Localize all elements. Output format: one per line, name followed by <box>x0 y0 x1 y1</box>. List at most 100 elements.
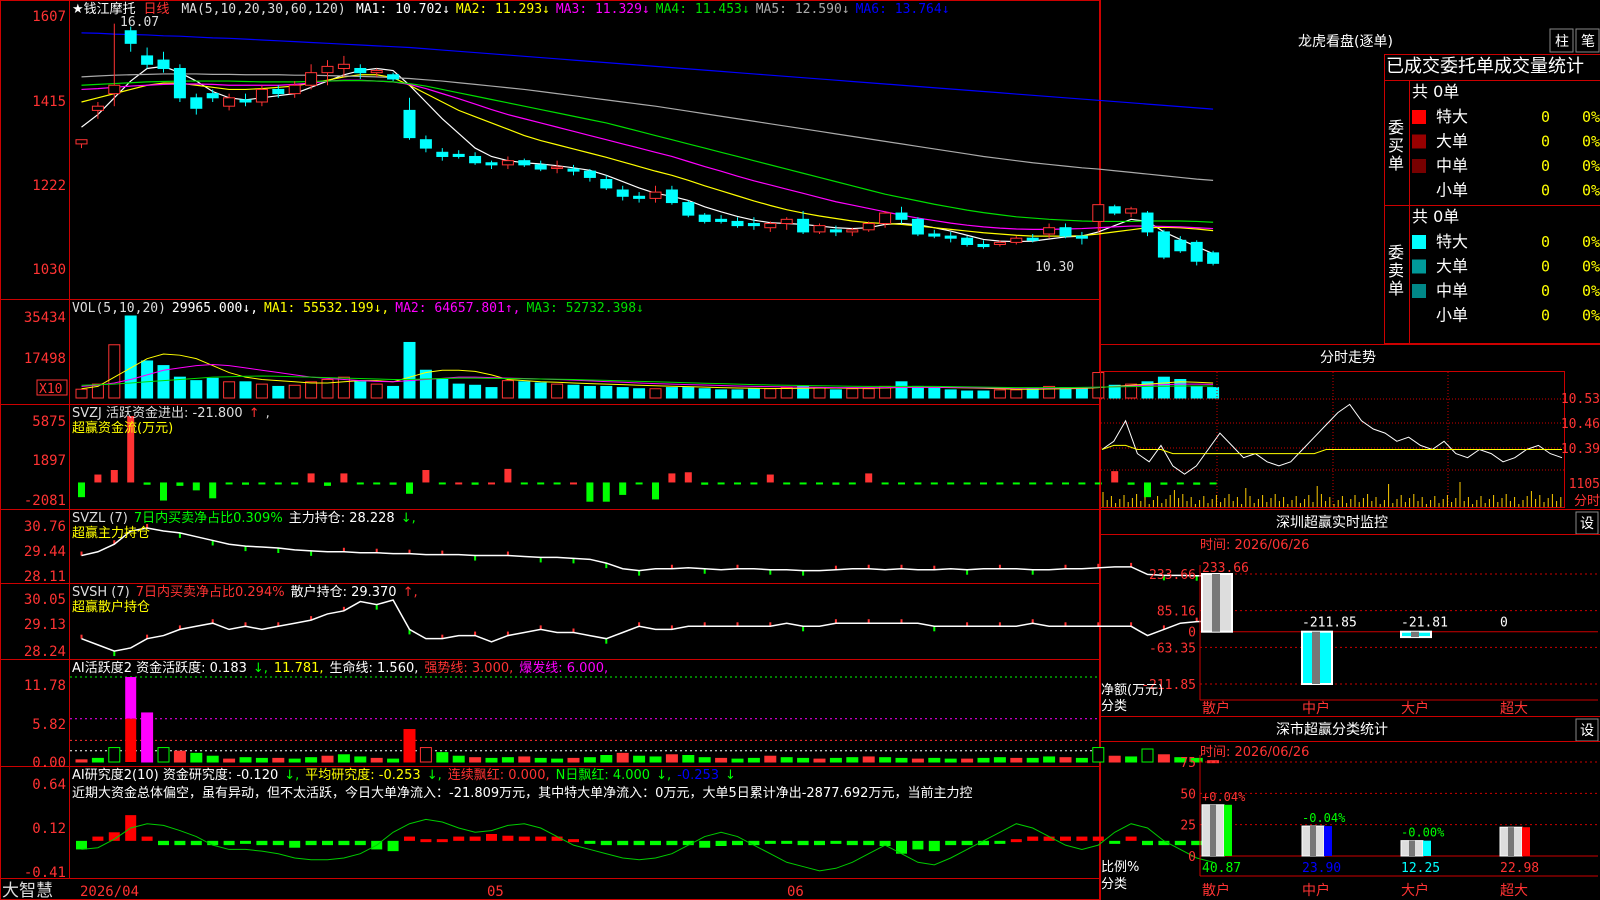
svzj-bar <box>799 482 807 485</box>
volume-bar <box>75 388 88 399</box>
svzj-bar <box>996 482 1004 485</box>
date-label: 2026/04 <box>80 884 139 900</box>
volume-bar <box>567 384 580 399</box>
research-bar <box>518 836 530 841</box>
volume-bar <box>206 377 219 399</box>
svzj-bar <box>160 482 167 501</box>
axis-tick-label: 50 <box>1180 787 1196 802</box>
order-pct: 0% <box>1582 282 1600 300</box>
order-value: 0 <box>1541 182 1550 200</box>
active-bar <box>403 729 416 763</box>
candle-body <box>108 84 121 95</box>
header-segment: 主力持仓: 28.228 <box>289 511 395 526</box>
sell-label: 卖 <box>1388 261 1404 280</box>
volume-bar <box>813 387 826 399</box>
header-segment: SVZL (7) <box>72 511 128 526</box>
ai-research-header: AI研究度2(10) 资金研究度: -0.120 ↓, 平均研究度: -0.253 ↓… <box>72 767 736 783</box>
research-bar <box>994 840 1006 844</box>
candle-body <box>567 168 580 172</box>
svzj-bar <box>209 482 217 499</box>
svzj-bar <box>930 482 938 485</box>
right-pane: 龙虎看盘(逐单) 柱 笔 已成交委托单成交量统计 共 0单委买单特大 0 0%大单 0… <box>1100 28 1600 899</box>
volume-bar <box>829 389 842 399</box>
svzj-bar <box>389 482 397 485</box>
buy-order-table: 共 0单委买单 特大 0 0% 大单 0 0% 中单 0 0% 小单 0 0% <box>1388 82 1600 200</box>
candle-body <box>764 223 777 229</box>
order-value: 0 <box>1541 133 1550 151</box>
candle-body <box>485 162 498 166</box>
sell-total: 共 0单 <box>1412 207 1459 226</box>
research-bar <box>699 840 711 848</box>
research-bar <box>502 835 514 841</box>
axis-tick-label: 17498 <box>24 351 66 367</box>
intraday-price-line <box>1101 403 1563 475</box>
order-type: 特大 <box>1436 107 1468 126</box>
order-type: 小单 <box>1436 306 1468 325</box>
volume-bar <box>633 388 646 399</box>
axis-tick-label: 10.39 <box>1561 442 1600 457</box>
volume-bar <box>977 390 990 399</box>
candle-body <box>157 59 170 69</box>
volume-bar <box>1026 388 1039 399</box>
research-bar <box>141 836 153 841</box>
research-bar <box>814 840 825 846</box>
axis-tick-label: 30.05 <box>24 592 66 608</box>
svzj-bar <box>78 482 85 498</box>
classify-time: 时间: 2026/06/26 <box>1200 745 1309 760</box>
ratio-change-label: +0.04% <box>1202 790 1246 804</box>
candle-body <box>633 195 646 199</box>
intraday-axis: 10.53 10.46 10.39 1105 分时 <box>1561 392 1600 509</box>
active-bar <box>846 757 859 763</box>
research-bar <box>158 840 169 846</box>
net-amount-bar-shade <box>1411 631 1419 638</box>
classify-ylabel: 比例% <box>1101 860 1139 875</box>
low-annotation: 10.30 <box>1035 260 1074 275</box>
candle-body <box>305 72 318 86</box>
active-bar <box>879 757 892 763</box>
active-bar <box>173 750 186 763</box>
axis-tick-label: -63.35 <box>1149 641 1196 656</box>
category-label: 超大 <box>1500 883 1528 899</box>
volume-bar <box>173 376 186 399</box>
active-bar <box>1026 757 1039 763</box>
holding-line <box>81 599 1214 652</box>
svzj-bar <box>652 482 659 500</box>
header-segment: MA3: 11.329↓ <box>556 2 650 17</box>
axis-tick-label: 85.16 <box>1157 605 1196 620</box>
svzj-bar <box>865 473 873 483</box>
axis-tick-label: 29.13 <box>24 617 66 633</box>
active-bar <box>436 752 449 763</box>
axis-tick-label: 75 <box>1180 756 1196 771</box>
candle-body <box>272 88 285 95</box>
active-bar <box>1059 757 1072 763</box>
candle-body <box>370 70 383 74</box>
classify-xlabel: 分类 <box>1101 877 1127 892</box>
research-bar <box>289 840 301 848</box>
research-bar <box>1142 840 1153 846</box>
svzj-bar <box>143 482 151 485</box>
candle-body <box>961 237 974 245</box>
active-bar <box>1075 757 1088 763</box>
category-label: 散户 <box>1202 700 1230 717</box>
research-bar <box>846 840 858 846</box>
axis-tick-label: 28.24 <box>24 644 66 660</box>
active-bar <box>190 752 203 763</box>
active-bar <box>829 757 842 763</box>
header-segment: 平均研究度: -0.253 <box>305 767 420 783</box>
legend-swatch <box>1412 235 1426 249</box>
volume-bar <box>370 383 383 399</box>
candle-body <box>190 97 203 109</box>
svzj-bar <box>1193 482 1201 485</box>
candle-body <box>1207 252 1220 264</box>
holding-line <box>81 527 1214 577</box>
legend-swatch <box>1412 259 1426 274</box>
active-bar <box>583 757 596 763</box>
volume-bar <box>1092 372 1105 399</box>
chart-canvas[interactable]: ★钱江摩托 日线 MA(5,10,20,30,60,120) MA1: 10.7… <box>0 0 1600 900</box>
candle-body <box>1059 227 1072 237</box>
category-label: 散户 <box>1202 882 1230 899</box>
realtime-xlabel: 分类 <box>1101 699 1127 714</box>
order-value: 0 <box>1541 157 1550 175</box>
axis-tick-label: 25 <box>1180 819 1196 834</box>
header-segment: , <box>266 406 270 421</box>
